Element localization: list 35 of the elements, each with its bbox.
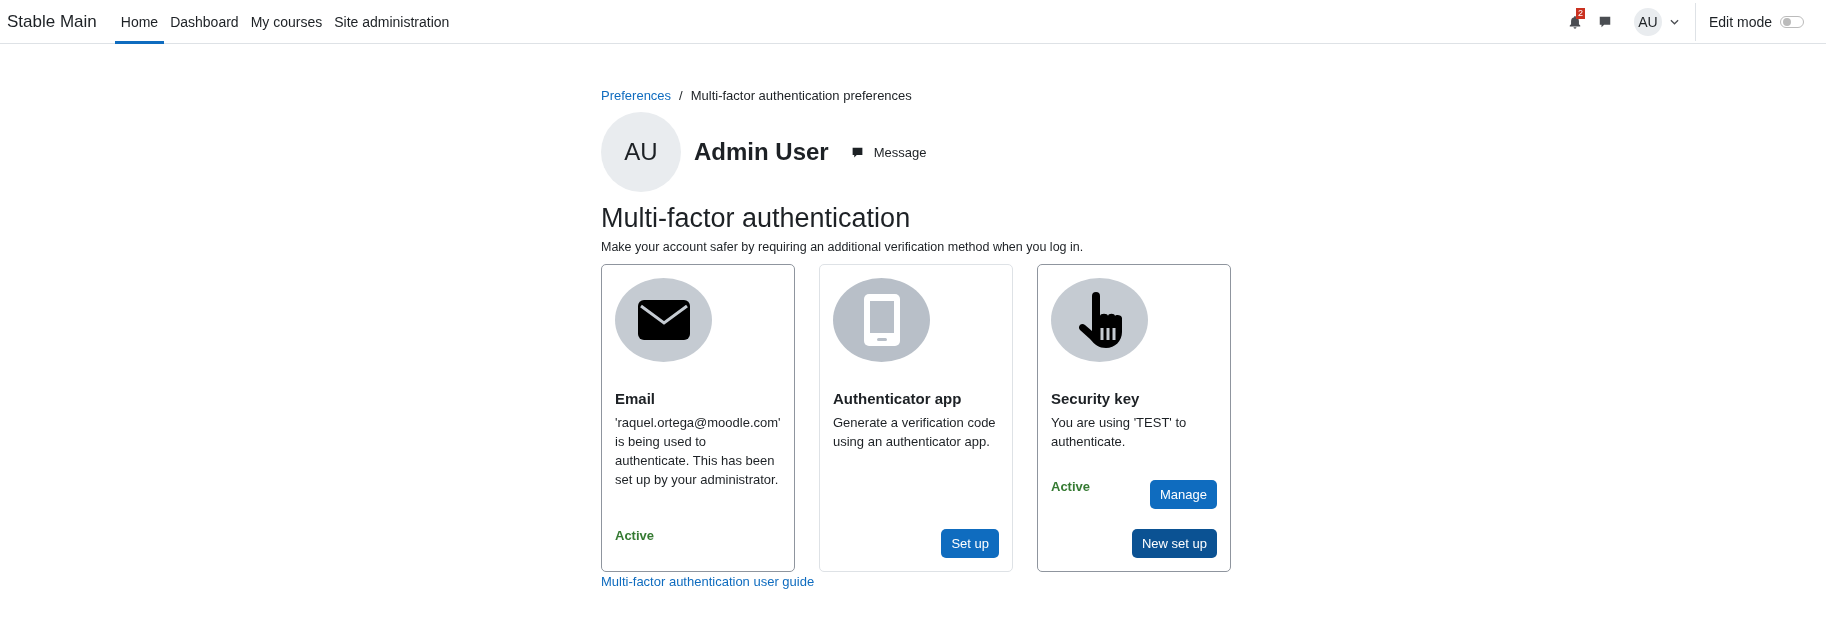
breadcrumb-separator: / (679, 88, 683, 103)
factor-title: Email (615, 390, 657, 407)
factor-action-button[interactable]: Manage (1150, 479, 1217, 509)
message-button[interactable]: Message (850, 144, 927, 160)
factor-title: Security key (1051, 390, 1141, 407)
caret-icon[interactable] (1669, 18, 1679, 25)
notification-count: 2 (1575, 7, 1585, 19)
site-name[interactable]: Stable Main (7, 11, 97, 32)
nav-link[interactable]: Dashboard (164, 0, 245, 44)
user-name: Admin User (694, 138, 829, 166)
factor-description: You are using 'TEST' to authenticate. (1051, 414, 1188, 451)
chat-icon[interactable] (1597, 14, 1612, 29)
status-text: Active (615, 528, 655, 543)
envelope-icon (637, 300, 690, 340)
factor-title: Authenticator app (833, 390, 963, 407)
phone-icon (863, 294, 900, 346)
factor-action-button[interactable]: New set up (1131, 529, 1217, 558)
breadcrumb-link[interactable]: Preferences (601, 88, 672, 103)
breadcrumb-current: Multi-factor authentication preferences (690, 88, 912, 103)
factor-description: Generate a verification code using an authenticator app. (833, 414, 997, 451)
user-avatar[interactable]: AU (1633, 7, 1662, 36)
user-avatar: AU (601, 112, 681, 192)
user-guide-link[interactable]: Multi-factor authentication user guide (601, 574, 1241, 589)
bell-icon[interactable] (1567, 14, 1582, 29)
factor-description: 'raquel.ortega@moodle.com' is being used to authenticate. This has been set up by your administrator. (615, 414, 781, 489)
status-text: Active (1051, 479, 1091, 494)
factor-action-button[interactable]: Set up (941, 529, 999, 558)
pointing-hand-icon (1077, 292, 1122, 348)
nav-link[interactable]: Site administration (328, 0, 456, 44)
edit-mode-label: Edit mode (1708, 13, 1772, 30)
intro-text: Make your account safer by requiring an additional verification method when you log in. (601, 240, 1085, 254)
nav-link[interactable]: Home (114, 0, 165, 44)
page-heading: Multi-factor authentication (601, 203, 912, 234)
nav-link[interactable]: My courses (244, 0, 329, 44)
chat-icon (850, 145, 864, 159)
